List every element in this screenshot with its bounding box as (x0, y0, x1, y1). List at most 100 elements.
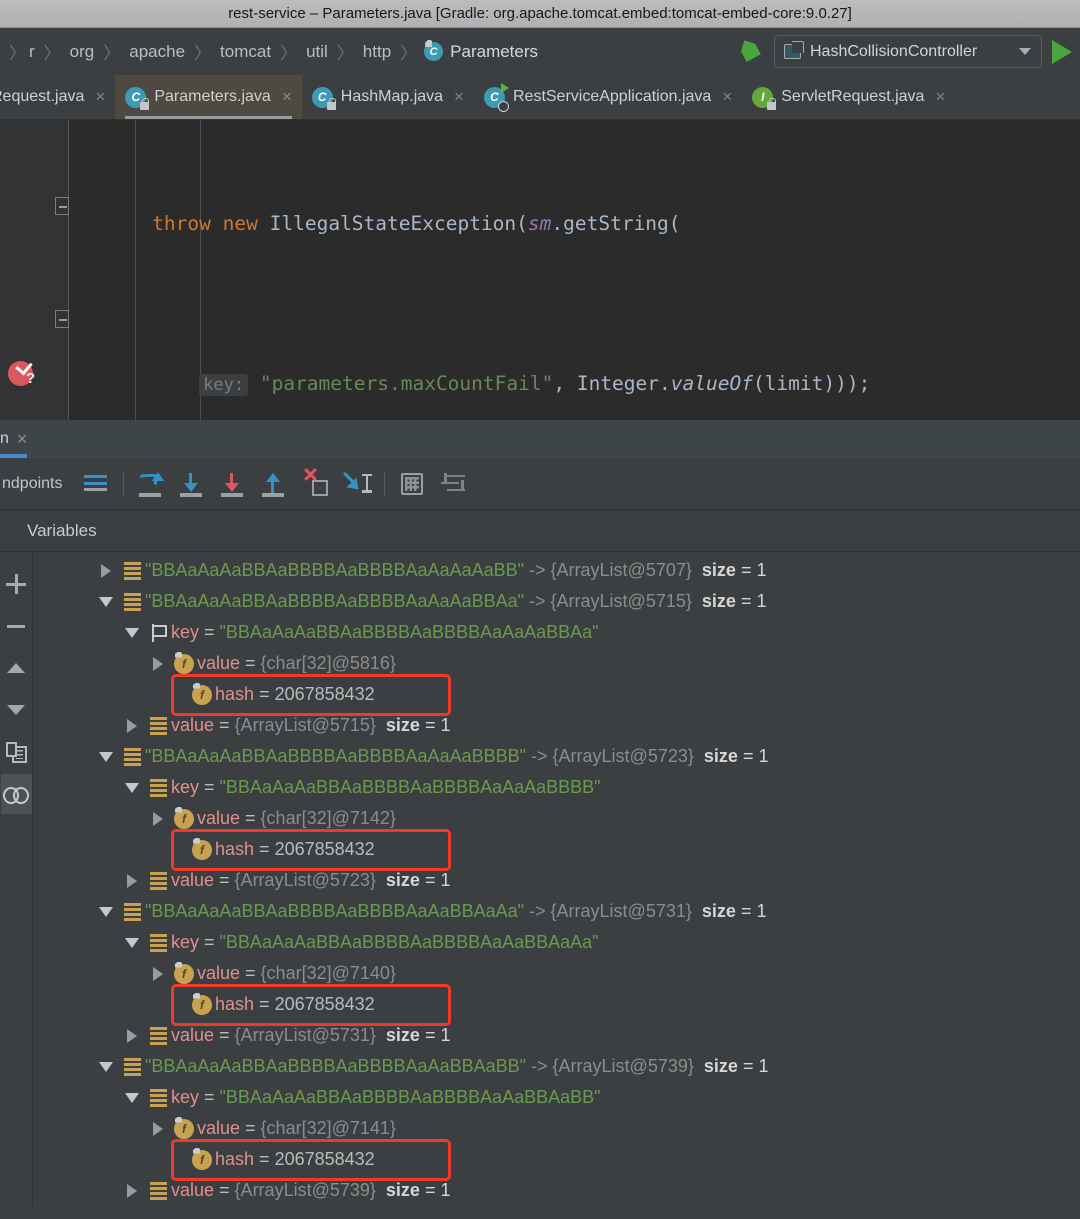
chevron-down-icon[interactable] (1019, 48, 1031, 55)
breadcrumb-item-apache[interactable]: apache (127, 42, 187, 62)
expand-arrow-icon[interactable] (145, 657, 171, 671)
list-icon (150, 872, 167, 889)
collapse-arrow-icon[interactable] (93, 907, 119, 917)
navigation-bar-right: HashCollisionController (736, 28, 1072, 75)
close-icon[interactable]: × (722, 87, 732, 107)
variable-row[interactable]: value = {ArrayList@5715} size = 1 (33, 710, 1080, 741)
close-icon[interactable]: × (95, 87, 105, 107)
run-button[interactable] (1052, 40, 1072, 64)
mute-breakpoints-icon[interactable] (75, 464, 116, 504)
step-over-icon[interactable] (131, 464, 172, 504)
debugger-settings-icon[interactable] (433, 464, 474, 504)
variable-row[interactable]: key = "BBAaAaAaBBAaBBBBAaBBBBAaAaBBAaAa" (33, 927, 1080, 958)
breadcrumb-chevron-icon: 〉 (187, 39, 218, 64)
variable-row[interactable]: value = {ArrayList@5731} size = 1 (33, 1020, 1080, 1051)
collapse-arrow-icon[interactable] (93, 597, 119, 607)
code-editor[interactable]: ? throw new IllegalStateException(sm.get… (0, 120, 1080, 420)
variable-row[interactable]: fhash = 2067858432 (33, 989, 1080, 1020)
editor-tab-parameters[interactable]: C Parameters.java × (115, 75, 301, 119)
variable-row[interactable]: fvalue = {char[32]@7142} (33, 803, 1080, 834)
variable-row[interactable]: "BBAaAaAaBBAaBBBBAaBBBBAaAaAaBBBB" -> {A… (33, 741, 1080, 772)
breadcrumb-item-org[interactable]: org (68, 42, 97, 62)
copy-value-button[interactable] (1, 732, 32, 772)
breadcrumb: 〉 r 〉 org 〉 apache 〉 tomcat 〉 util 〉 htt… (2, 39, 538, 64)
add-watch-button[interactable] (1, 564, 32, 604)
variable-row[interactable]: "BBAaAaAaBBAaBBBBAaBBBBAaAaAaAaBB" -> {A… (33, 555, 1080, 586)
variable-row[interactable]: fvalue = {char[32]@7140} (33, 958, 1080, 989)
spring-boot-icon (784, 44, 801, 59)
close-icon[interactable]: × (17, 429, 28, 450)
collapse-arrow-icon[interactable] (119, 783, 145, 793)
move-up-button[interactable] (1, 648, 32, 688)
expand-arrow-icon[interactable] (119, 1029, 145, 1043)
variable-row[interactable]: value = {ArrayList@5739} size = 1 (33, 1175, 1080, 1206)
list-icon (124, 1058, 141, 1075)
breadcrumb-item-0[interactable]: r (27, 42, 37, 62)
editor-tab-restserviceapplication[interactable]: C RestServiceApplication.java × (474, 75, 742, 119)
collapse-arrow-icon[interactable] (93, 752, 119, 762)
close-icon[interactable]: × (935, 87, 945, 107)
code-line-1[interactable]: throw new IllegalStateException(sm.getSt… (69, 204, 1080, 244)
breadcrumb-item-http[interactable]: http (361, 42, 393, 62)
collapse-arrow-icon[interactable] (119, 938, 145, 948)
variable-row[interactable]: fhash = 2067858432 (33, 679, 1080, 710)
expand-arrow-icon[interactable] (145, 1122, 171, 1136)
debug-session-tab[interactable]: n × (0, 420, 35, 458)
editor-tab-servletrequest[interactable]: I ServletRequest.java × (742, 75, 955, 119)
variable-row[interactable]: "BBAaAaAaBBAaBBBBAaBBBBAaAaBBAaAa" -> {A… (33, 896, 1080, 927)
move-down-button[interactable] (1, 690, 32, 730)
collapse-arrow-icon[interactable] (119, 628, 145, 638)
getstring-call: .getString( (551, 212, 680, 235)
close-icon[interactable]: × (454, 87, 464, 107)
field-icon-wrap: f (189, 1150, 215, 1170)
evaluate-expression-icon[interactable] (392, 464, 433, 504)
variable-row[interactable]: key = "BBAaAaAaBBAaBBBBAaBBBBAaAaBBAaBB" (33, 1082, 1080, 1113)
run-to-cursor-icon[interactable] (336, 464, 377, 504)
step-into-icon[interactable] (172, 464, 213, 504)
variable-row[interactable]: key = "BBAaAaAaBBAaBBBBAaBBBBAaAaAaBBAa" (33, 617, 1080, 648)
variable-text: "BBAaAaAaBBAaBBBBAaBBBBAaAaBBAaAa" -> {A… (145, 901, 766, 922)
field-icon-wrap: f (189, 995, 215, 1015)
fold-marker-collapse[interactable] (55, 197, 69, 215)
fold-marker-collapse[interactable] (55, 310, 69, 328)
breadcrumb-item-util[interactable]: util (304, 42, 330, 62)
conditional-breakpoint-icon[interactable]: ? (8, 361, 38, 391)
variable-row[interactable]: "BBAaAaAaBBAaBBBBAaBBBBAaAaAaBBAa" -> {A… (33, 586, 1080, 617)
remove-watch-button[interactable] (1, 606, 32, 646)
make-project-icon[interactable] (736, 37, 764, 67)
run-configuration-selector[interactable]: HashCollisionController (774, 35, 1042, 68)
code-line-2[interactable]: key: "parameters.maxCountFail", Integer.… (69, 364, 1080, 404)
variable-row[interactable]: fvalue = {char[32]@7141} (33, 1113, 1080, 1144)
expand-arrow-icon[interactable] (119, 719, 145, 733)
expand-arrow-icon[interactable] (119, 1184, 145, 1198)
variable-row[interactable]: value = {ArrayList@5723} size = 1 (33, 865, 1080, 896)
force-step-into-icon[interactable] (213, 464, 254, 504)
inspect-watches-button[interactable] (1, 774, 32, 814)
expand-arrow-icon[interactable] (93, 564, 119, 578)
close-icon[interactable]: × (282, 87, 292, 107)
variable-text: value = {ArrayList@5739} size = 1 (171, 1180, 450, 1201)
list-icon (150, 934, 167, 951)
step-out-icon[interactable] (254, 464, 295, 504)
expand-arrow-icon[interactable] (145, 967, 171, 981)
editor-gutter[interactable]: ? (0, 120, 68, 420)
breakpoints-label[interactable]: ndpoints (0, 475, 63, 493)
editor-tab-hashmap[interactable]: C HashMap.java × (302, 75, 474, 119)
variable-row[interactable]: fhash = 2067858432 (33, 834, 1080, 865)
variable-row[interactable]: fhash = 2067858432 (33, 1144, 1080, 1175)
variables-tree[interactable]: "BBAaAaAaBBAaBBBBAaBBBBAaAaAaAaBB" -> {A… (33, 552, 1080, 1207)
breadcrumb-item-class[interactable]: C Parameters (424, 42, 538, 62)
breadcrumb-item-tomcat[interactable]: tomcat (218, 42, 273, 62)
editor-tab-request[interactable]: C Request.java × (0, 75, 115, 119)
variable-text: hash = 2067858432 (215, 839, 375, 860)
variable-text: "BBAaAaAaBBAaBBBBAaBBBBAaAaBBAaBB" -> {A… (145, 1056, 768, 1077)
expand-arrow-icon[interactable] (145, 812, 171, 826)
variable-row[interactable]: "BBAaAaAaBBAaBBBBAaBBBBAaAaBBAaBB" -> {A… (33, 1051, 1080, 1082)
expand-arrow-icon[interactable] (119, 874, 145, 888)
collapse-arrow-icon[interactable] (93, 1062, 119, 1072)
variable-row[interactable]: fvalue = {char[32]@5816} (33, 648, 1080, 679)
drop-frame-icon[interactable] (295, 464, 336, 504)
variable-row[interactable]: key = "BBAaAaAaBBAaBBBBAaBBBBAaAaAaBBBB" (33, 772, 1080, 803)
code-content[interactable]: throw new IllegalStateException(sm.getSt… (69, 120, 1080, 420)
collapse-arrow-icon[interactable] (119, 1093, 145, 1103)
